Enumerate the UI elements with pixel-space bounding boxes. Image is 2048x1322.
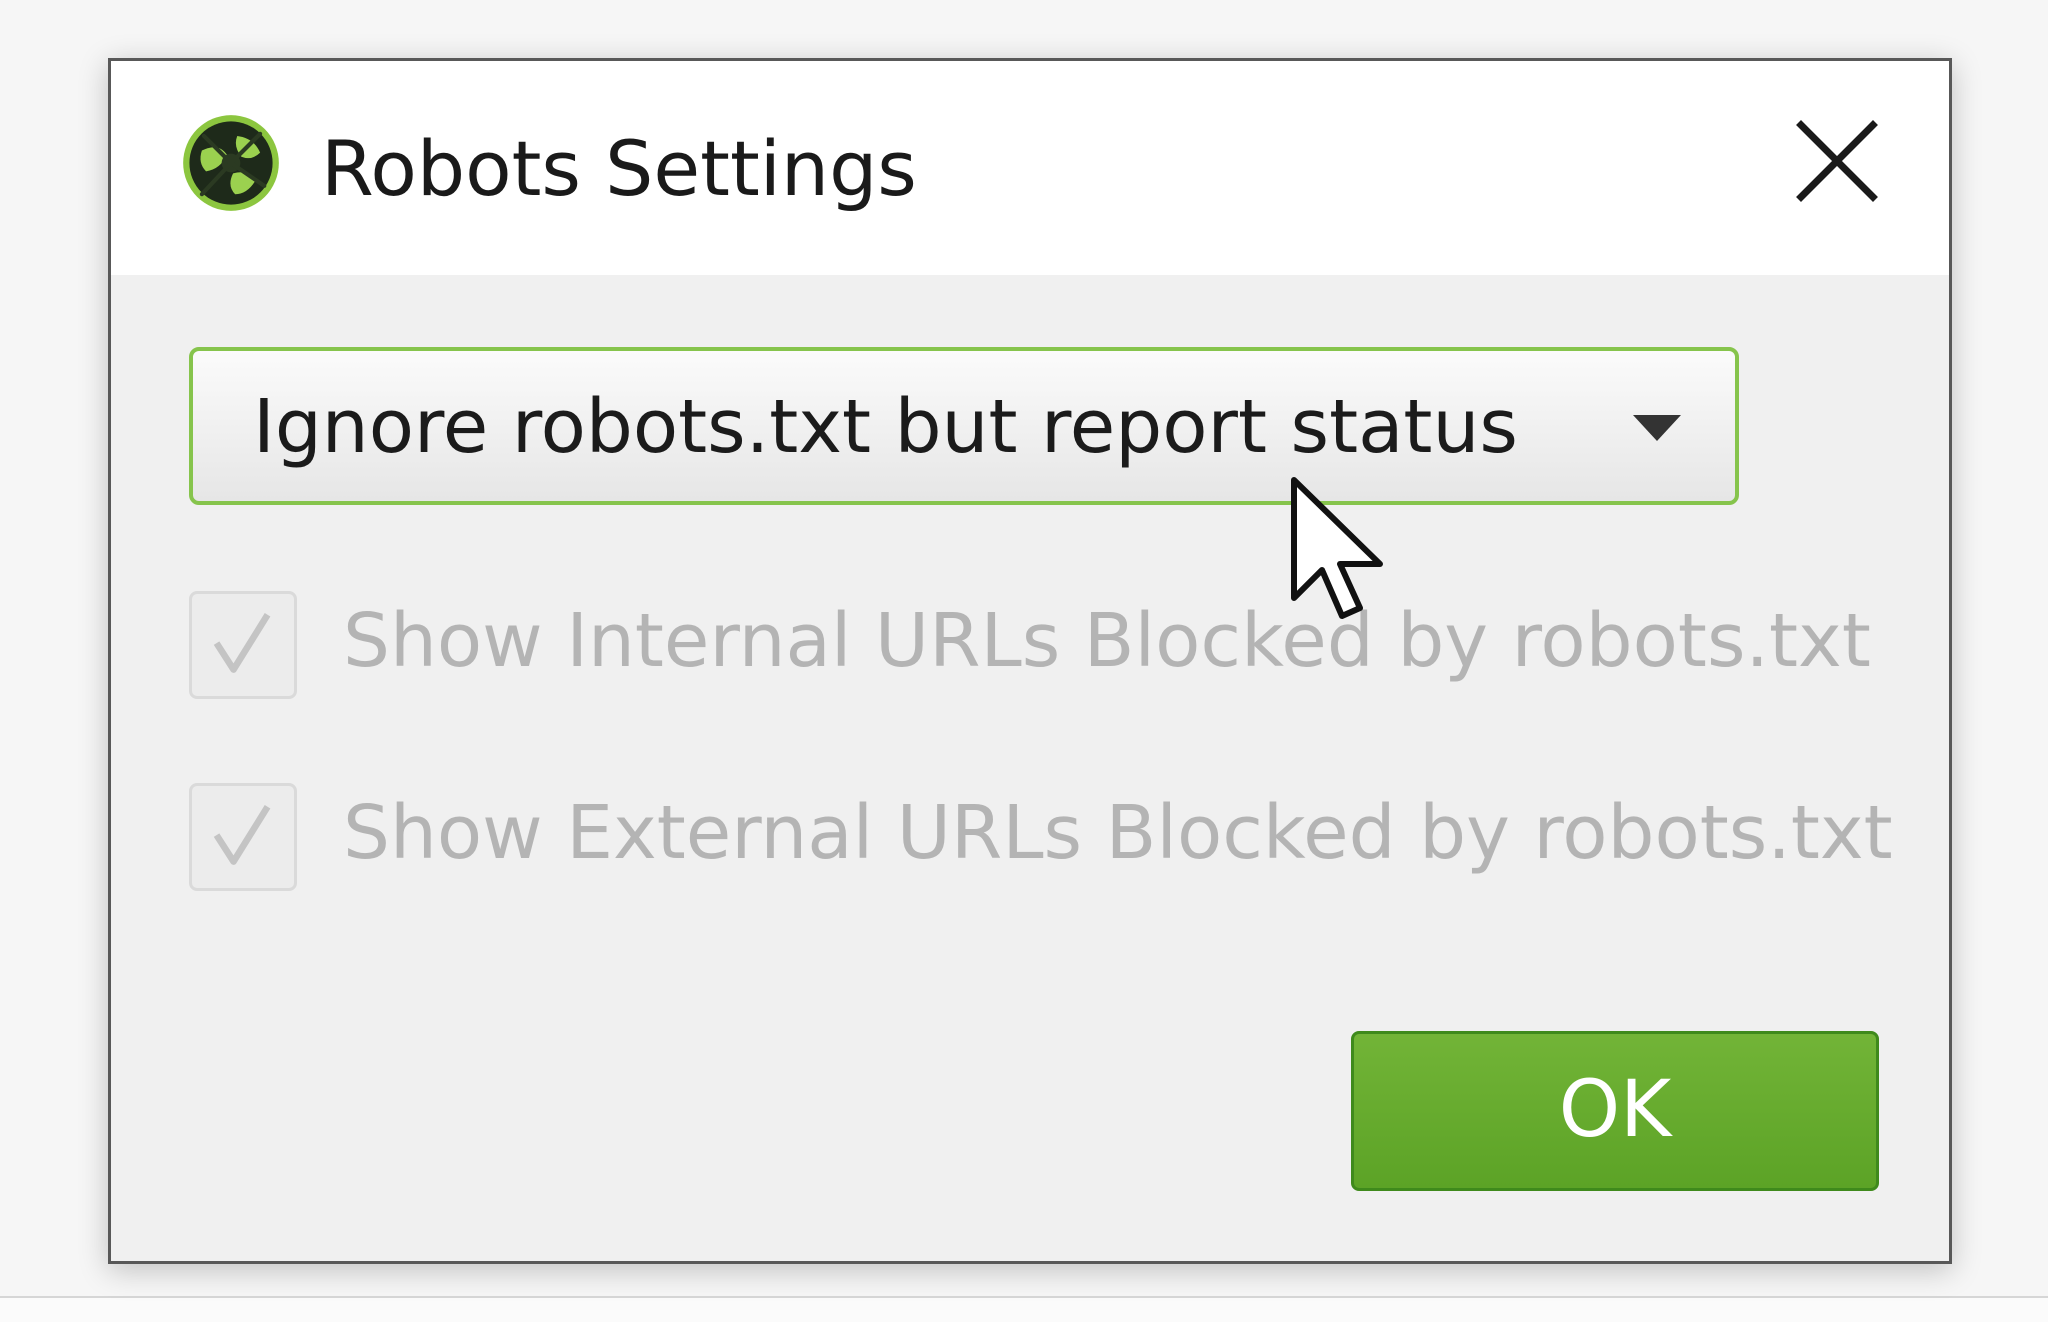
close-icon[interactable]	[1787, 111, 1887, 211]
chevron-down-icon	[1633, 415, 1681, 441]
show-external-blocked-checkbox[interactable]	[189, 783, 297, 891]
robots-settings-dialog: Robots Settings Ignore robots.txt but re…	[108, 58, 1952, 1264]
background-window-edge	[0, 1296, 2048, 1322]
option-show-external-blocked[interactable]: Show External URLs Blocked by robots.txt	[189, 777, 1949, 891]
mouse-pointer-icon	[1291, 477, 1383, 619]
show-internal-blocked-label: Show Internal URLs Blocked by robots.txt	[343, 598, 1871, 684]
dialog-title: Robots Settings	[321, 124, 917, 213]
robots-mode-selected-value: Ignore robots.txt but report status	[253, 384, 1518, 470]
dialog-titlebar[interactable]: Robots Settings	[111, 61, 1949, 275]
show-internal-blocked-checkbox[interactable]	[189, 591, 297, 699]
show-external-blocked-label: Show External URLs Blocked by robots.txt	[343, 790, 1893, 876]
spider-globe-icon	[183, 115, 279, 211]
robots-mode-select[interactable]: Ignore robots.txt but report status	[189, 347, 1739, 505]
checkmark-icon	[213, 613, 271, 673]
ok-button[interactable]: OK	[1351, 1031, 1879, 1191]
checkmark-icon	[213, 805, 271, 865]
option-show-internal-blocked[interactable]: Show Internal URLs Blocked by robots.txt	[189, 585, 1949, 699]
